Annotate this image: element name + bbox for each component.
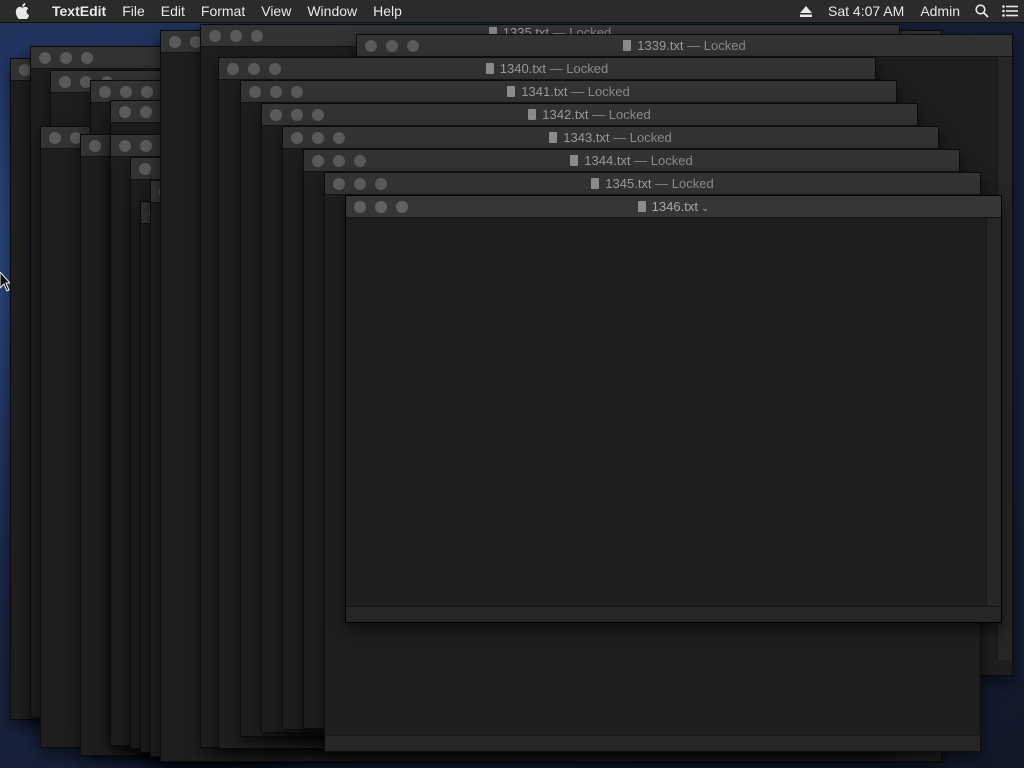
menu-bar: TextEdit File Edit Format View Window He… bbox=[0, 0, 1024, 23]
window-filename: 1340.txt bbox=[499, 61, 547, 76]
title-bar[interactable]: 1340.txt — Locked bbox=[219, 58, 875, 80]
mouse-pointer-icon bbox=[0, 271, 12, 297]
window-filename: 1344.txt bbox=[584, 153, 631, 168]
menu-format[interactable]: Format bbox=[193, 3, 253, 19]
zoom-button-icon[interactable] bbox=[81, 52, 93, 64]
window-filename: 1345.txt bbox=[605, 176, 652, 191]
title-bar[interactable]: 1342.txt — Locked bbox=[262, 104, 917, 126]
zoom-button-icon[interactable] bbox=[141, 86, 153, 98]
window-title: 1341.txt — Locked bbox=[241, 84, 896, 99]
menu-clock[interactable]: Sat 4:07 AM bbox=[820, 3, 912, 19]
close-button-icon[interactable] bbox=[59, 76, 71, 88]
window-filename: 1341.txt bbox=[521, 84, 568, 99]
title-bar[interactable]: 1339.txt — Locked bbox=[357, 35, 1012, 57]
document-icon bbox=[549, 132, 558, 143]
document-icon bbox=[528, 109, 537, 120]
document-icon bbox=[507, 86, 516, 97]
menu-file[interactable]: File bbox=[114, 3, 153, 19]
minimize-button-icon[interactable] bbox=[140, 140, 152, 152]
minimize-button-icon[interactable] bbox=[60, 52, 72, 64]
window-title: 1342.txt — Locked bbox=[262, 107, 917, 122]
window-title: 1345.txt — Locked bbox=[325, 176, 980, 191]
menu-user[interactable]: Admin bbox=[912, 3, 968, 19]
close-button-icon[interactable] bbox=[119, 140, 131, 152]
window-locked-label: — Locked bbox=[571, 84, 630, 99]
window-title: 1343.txt — Locked bbox=[283, 130, 938, 145]
window-filename: 1343.txt bbox=[563, 130, 610, 145]
document-icon bbox=[591, 178, 600, 189]
menu-help[interactable]: Help bbox=[365, 3, 410, 19]
text-editor-area[interactable] bbox=[346, 218, 1001, 622]
window-title: 1340.txt — Locked bbox=[219, 61, 875, 76]
window-title: 1339.txt — Locked bbox=[357, 38, 1012, 53]
chevron-down-icon[interactable]: ⌄ bbox=[701, 203, 709, 214]
close-button-icon[interactable] bbox=[139, 163, 151, 175]
title-bar[interactable]: 1343.txt — Locked bbox=[283, 127, 938, 149]
apple-logo-icon[interactable] bbox=[0, 3, 44, 19]
horizontal-scrollbar[interactable] bbox=[346, 606, 1001, 622]
window-filename: 1342.txt bbox=[542, 107, 589, 122]
close-button-icon[interactable] bbox=[49, 132, 61, 144]
title-bar[interactable]: 1344.txt — Locked bbox=[304, 150, 959, 172]
app-menu-textedit[interactable]: TextEdit bbox=[44, 3, 114, 19]
window-title: 1344.txt — Locked bbox=[304, 153, 959, 168]
notification-center-icon[interactable] bbox=[996, 5, 1024, 17]
window-locked-label: — Locked bbox=[655, 176, 714, 191]
document-icon bbox=[637, 201, 646, 212]
close-button-icon[interactable] bbox=[89, 140, 101, 152]
window-locked-label: — Locked bbox=[592, 107, 651, 122]
minimize-button-icon[interactable] bbox=[120, 86, 132, 98]
close-button-icon[interactable] bbox=[169, 36, 181, 48]
window-filename: 1346.txt bbox=[651, 199, 698, 214]
spotlight-search-icon[interactable] bbox=[968, 4, 996, 18]
vertical-scrollbar[interactable] bbox=[986, 218, 1001, 607]
title-bar[interactable]: 1345.txt — Locked bbox=[325, 173, 980, 195]
close-button-icon[interactable] bbox=[119, 106, 131, 118]
horizontal-scrollbar[interactable] bbox=[325, 735, 980, 751]
window-locked-label: — Locked bbox=[634, 153, 693, 168]
menu-view[interactable]: View bbox=[253, 3, 299, 19]
window-filename: 1339.txt bbox=[637, 38, 684, 53]
menu-window[interactable]: Window bbox=[299, 3, 365, 19]
title-bar[interactable]: 1346.txt ⌄ bbox=[346, 196, 1001, 218]
title-bar[interactable]: 1341.txt — Locked bbox=[241, 81, 896, 103]
window-locked-label: — Locked bbox=[613, 130, 672, 145]
window-locked-label: — Locked bbox=[549, 61, 609, 76]
close-button-icon[interactable] bbox=[39, 52, 51, 64]
window-locked-label: — Locked bbox=[687, 38, 746, 53]
document-icon bbox=[570, 155, 579, 166]
eject-icon[interactable] bbox=[792, 5, 820, 17]
front-document-window[interactable]: 1346.txt ⌄ bbox=[345, 195, 1002, 623]
document-icon bbox=[623, 40, 632, 51]
menu-edit[interactable]: Edit bbox=[153, 3, 193, 19]
window-title[interactable]: 1346.txt ⌄ bbox=[346, 199, 1001, 214]
document-icon bbox=[485, 63, 494, 74]
close-button-icon[interactable] bbox=[99, 86, 111, 98]
minimize-button-icon[interactable] bbox=[140, 106, 152, 118]
